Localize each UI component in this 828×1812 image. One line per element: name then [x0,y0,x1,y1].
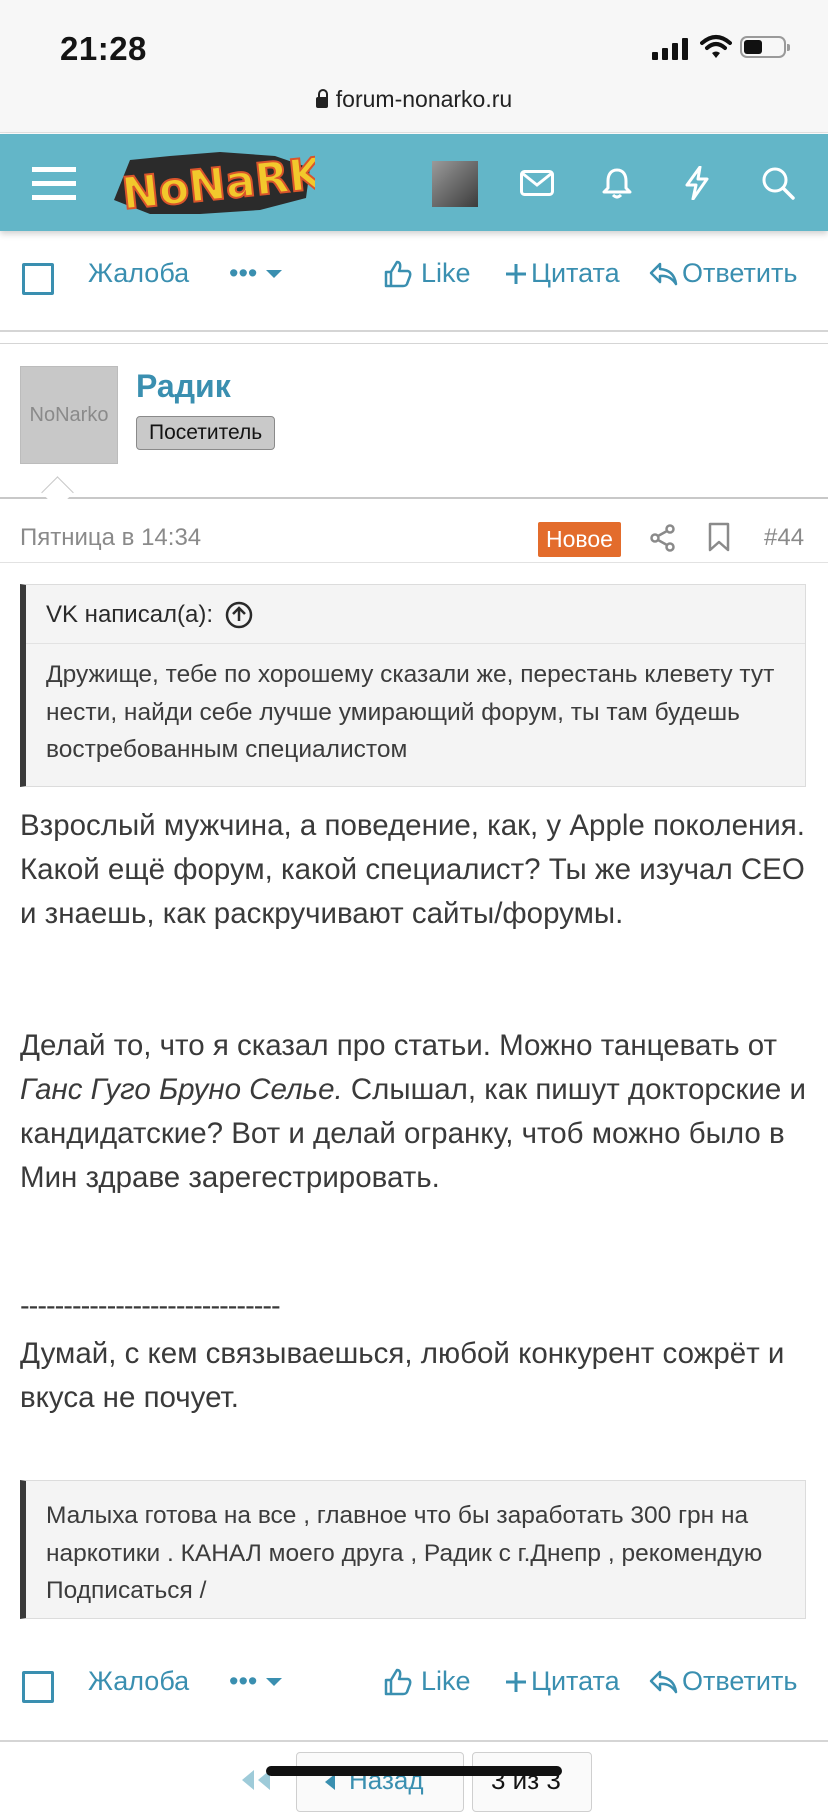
cellular-signal-icon [652,38,688,60]
quote-header: VK написал(а): [26,585,805,644]
lock-icon [315,89,328,108]
lightning-icon[interactable] [667,134,727,231]
new-badge: Новое [538,522,621,557]
status-time: 21:28 [60,30,147,67]
post-italic-text: Ганс Гуго Бруно Селье. [20,1073,343,1106]
author-avatar[interactable]: NoNarko [20,366,118,464]
post-paragraph: Делай то, что я сказал про статьи. Можно… [20,1024,810,1200]
chevron-left-icon [325,1774,335,1791]
like-label: Like [421,258,471,288]
page-indicator[interactable]: 3 из 3 [472,1752,592,1812]
like-button[interactable]: Like [383,1666,471,1697]
post-actions-top: Жалоба ••• Like Цитата Ответить [0,238,828,318]
post-number[interactable]: #44 [764,524,804,552]
menu-icon[interactable] [24,134,84,231]
thumbs-up-icon [384,1668,412,1695]
more-menu[interactable]: ••• [229,1666,283,1697]
select-checkbox[interactable] [22,263,54,295]
quote-label: Цитата [531,258,620,288]
author-pointer [41,476,74,509]
report-link[interactable]: Жалоба [88,258,189,289]
plus-icon [506,263,526,284]
reply-icon [649,262,678,285]
quote-button[interactable]: Цитата [505,1666,620,1697]
divider [0,330,828,332]
post-paragraph: Взрослый мужчина, а поведение, как, у Ap… [20,809,805,930]
like-label: Like [421,1666,471,1696]
bookmark-icon[interactable] [708,522,730,552]
quote-author[interactable]: VK написал(а): [46,601,213,629]
share-icon[interactable] [650,524,676,552]
quote-block: VK написал(а): Дружище, тебе по хорошему… [20,584,806,787]
quote-text: Дружище, тебе по хорошему сказали же, пе… [46,661,775,763]
prev-page-button[interactable]: Назад [296,1752,464,1812]
post-actions-bottom: Жалоба ••• Like Цитата Ответить [0,1646,828,1726]
site-logo[interactable]: NoNaRKo [110,148,315,220]
plus-icon [506,1671,526,1692]
avatar-text: NoNarko [29,403,109,426]
inbox-icon[interactable] [507,134,567,231]
address-bar[interactable]: forum-nonarko.ru [0,86,828,113]
author-title-badge: Посетитель [136,416,276,450]
reply-label: Ответить [682,258,798,288]
post-date[interactable]: Пятница в 14:34 [20,524,201,552]
battery-icon [740,36,790,58]
site-navbar: NoNaRKo [0,134,828,231]
divider [0,497,828,499]
search-icon[interactable] [748,134,808,231]
signature-quote-text: Малыха готова на все , главное что бы за… [46,1502,763,1604]
thumbs-up-icon [384,260,412,287]
bell-icon[interactable] [587,134,647,231]
reply-button[interactable]: Ответить [648,1666,797,1697]
reply-icon [649,1670,678,1693]
user-avatar[interactable] [432,161,478,207]
chevron-down-icon [266,1677,283,1686]
quote-label: Цитата [531,1666,620,1696]
more-dots: ••• [229,258,258,288]
divider [0,1740,828,1742]
more-menu[interactable]: ••• [229,258,283,289]
signature-quote: Малыха готова на все , главное что бы за… [20,1480,806,1619]
more-dots: ••• [229,1666,258,1696]
author-username[interactable]: Радик [136,368,231,405]
chevron-down-icon [266,269,283,278]
divider [0,562,828,563]
post-text: Делай то, что я сказал про статьи. Можно… [20,1029,778,1062]
jump-up-icon[interactable] [225,601,253,629]
signature-separator: ------------------------------ [20,1290,281,1322]
home-indicator [266,1766,562,1776]
signature-line: Думай, с кем связываешься, любой конкуре… [20,1337,785,1414]
like-button[interactable]: Like [383,258,471,289]
reply-button[interactable]: Ответить [648,258,797,289]
report-link[interactable]: Жалоба [88,1666,189,1697]
reply-label: Ответить [682,1666,798,1696]
url-text: forum-nonarko.ru [335,86,513,112]
divider [0,343,828,344]
select-checkbox[interactable] [22,1671,54,1703]
quote-button[interactable]: Цитата [505,258,620,289]
wifi-icon [700,35,732,58]
